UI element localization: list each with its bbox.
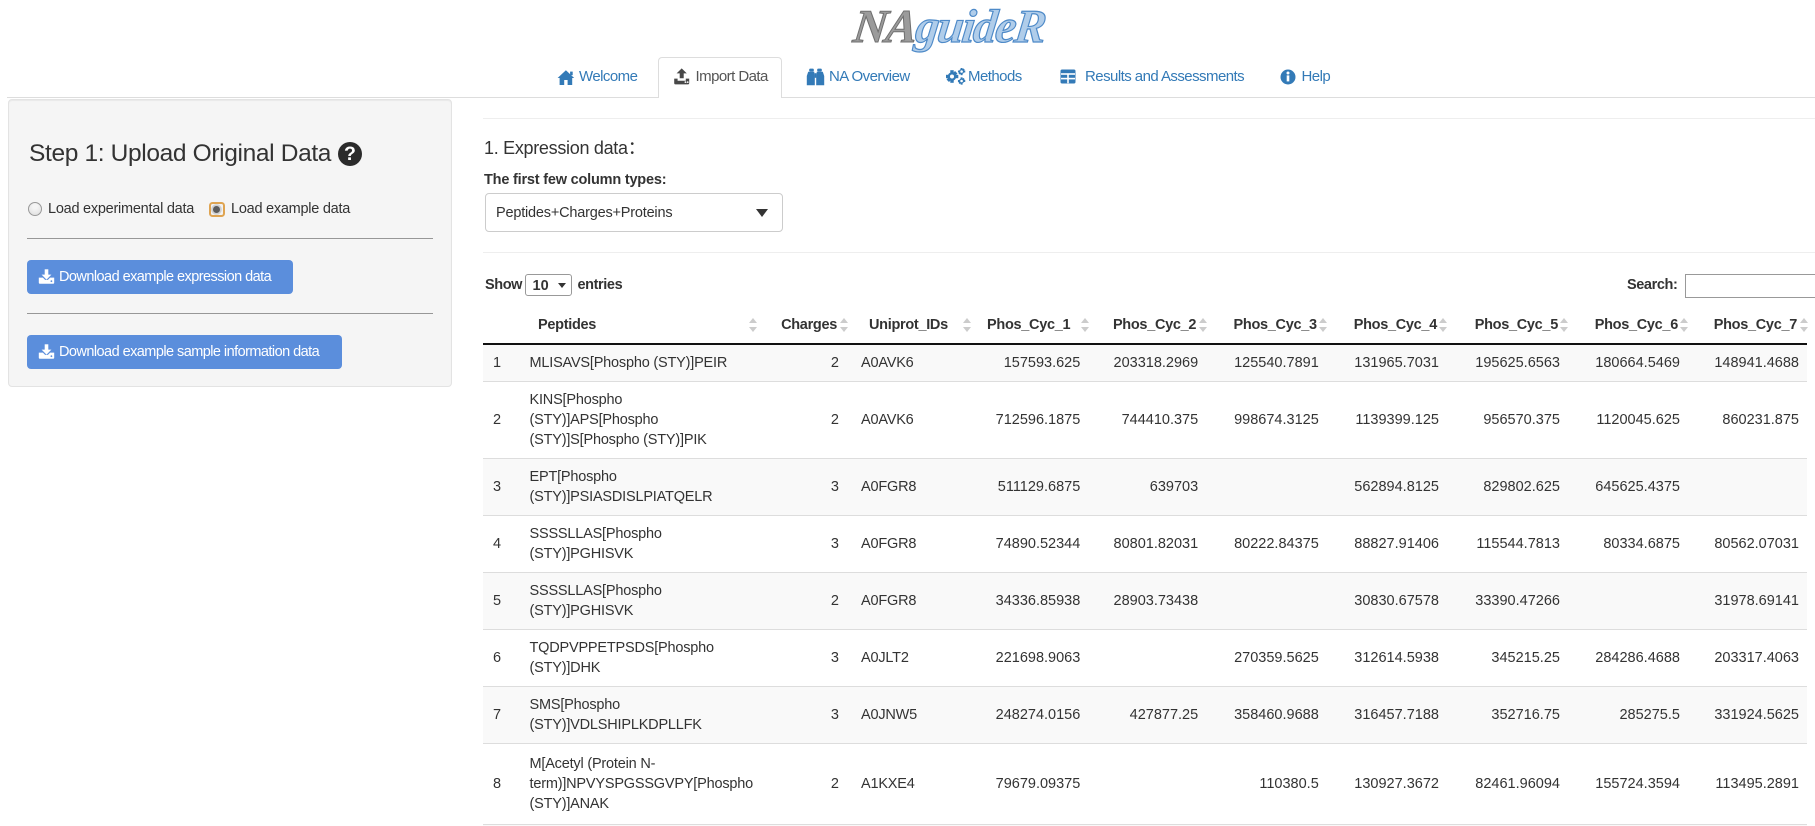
svg-text:NAguideR: NAguideR	[850, 1, 1048, 53]
